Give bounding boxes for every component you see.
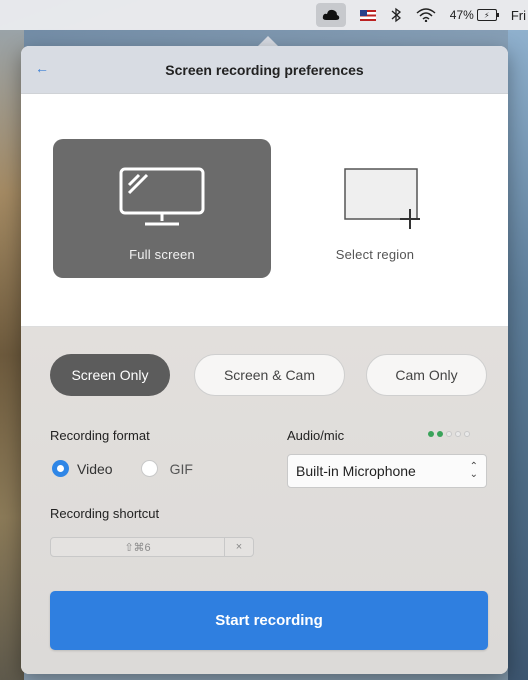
recording-shortcut-field[interactable]: ⇧⌘6 × (50, 537, 254, 557)
gif-radio-label: GIF (169, 460, 193, 477)
microphone-select[interactable]: Built-in Microphone ⌃ ⌄ (287, 454, 487, 488)
full-screen-option[interactable]: Full screen (53, 139, 271, 278)
audio-level-dot (464, 431, 470, 437)
tab-screen-and-cam[interactable]: Screen & Cam (194, 354, 345, 396)
full-screen-label: Full screen (129, 247, 195, 262)
microphone-select-value: Built-in Microphone (296, 463, 416, 479)
battery-percent: 47% (449, 8, 474, 22)
video-radio[interactable] (52, 460, 69, 477)
tab-screen-only[interactable]: Screen Only (50, 354, 170, 396)
audio-level-meter (428, 431, 473, 437)
wifi-icon[interactable] (416, 8, 436, 22)
select-region-icon (344, 168, 420, 229)
tab-cam-only[interactable]: Cam Only (366, 354, 487, 396)
start-recording-button[interactable]: Start recording (50, 591, 488, 650)
audio-level-dot (446, 431, 452, 437)
audio-level-dot (437, 431, 443, 437)
popover-header: ← Screen recording preferences (21, 46, 508, 94)
monitor-icon (119, 167, 205, 226)
settings-panel: Screen Only Screen & Cam Cam Only Record… (21, 327, 508, 674)
gif-radio[interactable] (140, 460, 158, 477)
cloud-menu-icon[interactable] (315, 3, 346, 27)
audio-level-dot (428, 431, 434, 437)
audio-mic-label: Audio/mic (287, 428, 345, 443)
menu-bar: 47% ⚡ Fri (0, 0, 528, 30)
recording-format-label: Recording format (50, 428, 150, 443)
bluetooth-icon[interactable] (390, 7, 402, 23)
popover-caret (258, 36, 278, 46)
recording-format-options: Video GIF (52, 460, 193, 477)
chevron-up-down-icon: ⌃ ⌄ (469, 461, 478, 480)
battery-status[interactable]: 47% ⚡ (449, 8, 499, 22)
clear-shortcut-button[interactable]: × (224, 538, 253, 556)
select-region-label: Select region (335, 247, 415, 262)
video-radio-label: Video (77, 460, 113, 477)
page-title: Screen recording preferences (165, 61, 364, 78)
menu-clock[interactable]: Fri (511, 8, 526, 23)
desktop-wallpaper-right (508, 30, 528, 680)
capture-mode-area: Full screen Select region (21, 94, 508, 327)
back-button[interactable]: ← (35, 60, 49, 76)
battery-icon: ⚡ (476, 9, 499, 21)
recording-shortcut-label: Recording shortcut (50, 506, 160, 521)
input-source-flag-icon[interactable] (359, 9, 376, 21)
screen-recording-popover: ← Screen recording preferences Full scre… (21, 46, 508, 674)
shortcut-value: ⇧⌘6 (124, 541, 151, 554)
audio-level-dot (455, 431, 461, 437)
select-region-option[interactable]: Select region (266, 139, 484, 278)
